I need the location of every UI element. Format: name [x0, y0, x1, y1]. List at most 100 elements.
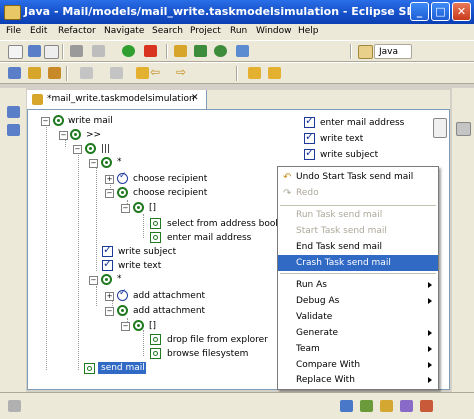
- problems-icon[interactable]: [420, 400, 433, 412]
- expand-toggle[interactable]: −: [121, 322, 130, 331]
- forward-arrow-icon[interactable]: ⇨: [176, 65, 186, 79]
- open-resource-icon[interactable]: [28, 67, 41, 79]
- tree-node-drop-file-from-explorer[interactable]: drop file from explorer: [167, 335, 268, 345]
- task-icon: [117, 187, 128, 198]
- checkbox-icon[interactable]: [304, 114, 315, 128]
- expand-toggle[interactable]: −: [89, 159, 98, 168]
- back-arrow-icon[interactable]: ⇦: [150, 65, 160, 79]
- menu-run[interactable]: Run: [230, 26, 247, 36]
- open-perspective-icon[interactable]: [358, 45, 373, 59]
- hierarchy-icon[interactable]: [7, 124, 20, 136]
- menu-item-generate[interactable]: Generate: [278, 325, 438, 341]
- mail-icon[interactable]: [380, 400, 393, 412]
- menu-item-end-task[interactable]: End Task send mail: [278, 239, 438, 255]
- java-perspective-button[interactable]: Java: [374, 44, 412, 59]
- tree-node-choose-recipient[interactable]: choose recipient: [133, 174, 207, 184]
- editor-tab[interactable]: *mail_write.taskmodelsimulation ✕: [27, 90, 207, 110]
- expand-toggle[interactable]: −: [41, 117, 50, 126]
- tree-node-sequence[interactable]: >>: [86, 130, 101, 140]
- minimize-button[interactable]: _: [410, 2, 429, 21]
- tool-icon[interactable]: [92, 45, 105, 57]
- menu-item-redo[interactable]: Redo: [278, 185, 438, 201]
- menu-edit[interactable]: Edit: [30, 26, 47, 36]
- expand-toggle[interactable]: −: [89, 276, 98, 285]
- annotation-next-icon[interactable]: [80, 67, 93, 79]
- new-package-icon[interactable]: [194, 45, 207, 57]
- tree-node-choice[interactable]: []: [149, 203, 156, 213]
- save-icon[interactable]: [28, 45, 41, 57]
- new-class-icon[interactable]: [214, 45, 227, 57]
- menu-item-replace-with-label: Replace With: [296, 375, 355, 385]
- new-icon[interactable]: [8, 45, 23, 59]
- tree-node-iteration[interactable]: *: [117, 274, 122, 284]
- tree-node-choose-recipient[interactable]: choose recipient: [133, 188, 207, 198]
- tree-node-write-text[interactable]: write text: [118, 261, 161, 271]
- maximize-button[interactable]: □: [431, 2, 450, 21]
- expand-toggle[interactable]: −: [105, 307, 114, 316]
- menu-item-run-task[interactable]: Run Task send mail: [278, 207, 438, 223]
- enabled-task-enter-mail-address[interactable]: enter mail address: [320, 118, 404, 128]
- expand-toggle[interactable]: −: [121, 204, 130, 213]
- tree-node-iteration[interactable]: *: [117, 157, 122, 167]
- search-icon[interactable]: [48, 67, 61, 79]
- package-explorer-icon[interactable]: [7, 106, 20, 118]
- debug-icon[interactable]: [70, 45, 83, 57]
- submenu-arrow-icon: [428, 362, 432, 368]
- outline-tab-icon[interactable]: [433, 118, 447, 138]
- tree-node-enter-mail-address[interactable]: enter mail address: [167, 233, 251, 243]
- last-edit-icon[interactable]: [136, 67, 149, 79]
- sync-icon[interactable]: [268, 67, 281, 79]
- menu-project[interactable]: Project: [190, 26, 221, 36]
- close-tab-icon[interactable]: ✕: [191, 93, 199, 103]
- expand-toggle[interactable]: +: [105, 292, 114, 301]
- close-button[interactable]: ✕: [452, 2, 471, 21]
- task-icon: [53, 115, 64, 126]
- tree-node-send-mail[interactable]: send mail: [101, 363, 145, 373]
- menu-item-replace-with[interactable]: Replace With: [278, 372, 438, 388]
- expand-toggle[interactable]: −: [73, 145, 82, 154]
- outline-icon[interactable]: [456, 122, 471, 136]
- tree-node-parallel[interactable]: |||: [101, 144, 110, 154]
- menu-item-run-as[interactable]: Run As: [278, 277, 438, 293]
- checkbox-icon[interactable]: [304, 146, 315, 160]
- heap-icon[interactable]: [340, 400, 353, 412]
- tree-node-choice[interactable]: []: [149, 321, 156, 331]
- checkbox-icon[interactable]: [304, 130, 315, 144]
- external-tools-icon[interactable]: [144, 45, 157, 57]
- tree-node-write-mail[interactable]: write mail: [68, 116, 113, 126]
- task-list-icon[interactable]: [400, 400, 413, 412]
- enabled-task-write-text[interactable]: write text: [320, 134, 363, 144]
- tree-node-add-attachment[interactable]: add attachment: [133, 291, 205, 301]
- menu-navigate[interactable]: Navigate: [104, 26, 144, 36]
- menu-refactor[interactable]: Refactor: [58, 26, 96, 36]
- menu-item-crash-task[interactable]: Crash Task send mail: [278, 255, 438, 271]
- tree-node-add-attachment[interactable]: add attachment: [133, 306, 205, 316]
- enabled-task-write-subject[interactable]: write subject: [320, 150, 378, 160]
- expand-toggle[interactable]: +: [105, 175, 114, 184]
- tree-node-write-subject[interactable]: write subject: [118, 247, 176, 257]
- pin-icon[interactable]: [248, 67, 261, 79]
- checkbox-icon[interactable]: [102, 257, 113, 271]
- open-type-hierarchy-icon[interactable]: [8, 67, 21, 79]
- print-icon[interactable]: [44, 45, 59, 59]
- progress-icon[interactable]: [360, 400, 373, 412]
- menu-search[interactable]: Search: [152, 26, 183, 36]
- menu-item-validate[interactable]: Validate: [278, 309, 438, 325]
- menu-file[interactable]: File: [6, 26, 21, 36]
- expand-toggle[interactable]: −: [59, 131, 68, 140]
- open-type-icon[interactable]: [236, 45, 249, 57]
- annotation-prev-icon[interactable]: [110, 67, 123, 79]
- menu-item-debug-as[interactable]: Debug As: [278, 293, 438, 309]
- new-java-project-icon[interactable]: [174, 45, 187, 57]
- tree-node-select-from-address-book[interactable]: select from address book: [167, 219, 281, 229]
- tree-node-browse-filesystem[interactable]: browse filesystem: [167, 349, 248, 359]
- run-icon[interactable]: [122, 45, 135, 57]
- menu-help[interactable]: Help: [298, 26, 319, 36]
- checkbox-icon[interactable]: [102, 243, 113, 257]
- expand-toggle[interactable]: −: [105, 189, 114, 198]
- menu-item-start-task[interactable]: Start Task send mail: [278, 223, 438, 239]
- menu-item-team[interactable]: Team: [278, 341, 438, 357]
- menu-window[interactable]: Window: [256, 26, 292, 36]
- menu-item-compare-with[interactable]: Compare With: [278, 357, 438, 373]
- menu-item-undo[interactable]: Undo Start Task send mail: [278, 169, 438, 185]
